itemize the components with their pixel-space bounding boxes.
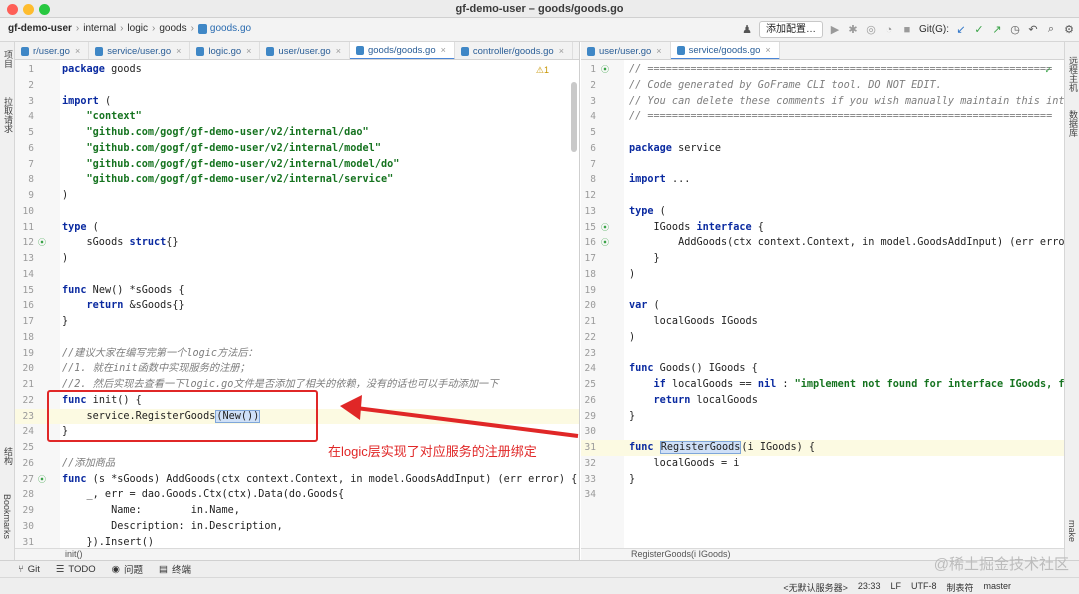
status-cursor-position[interactable]: 23:33 (858, 581, 881, 594)
bottom-tool-2[interactable]: ☰ TODO (56, 564, 96, 575)
todo-list-icon: ☰ (55, 563, 65, 575)
status-line-separator[interactable]: LF (890, 581, 901, 594)
annotation-arrow (340, 395, 579, 438)
status-bar: <无默认服务器> 23:33 LF UTF-8 制表符 master (0, 577, 1079, 594)
watermark: @稀土掘金技术社区 (933, 556, 1069, 573)
status-indent[interactable]: 制表符 (946, 581, 973, 594)
status-git-branch[interactable]: master (983, 581, 1011, 594)
bottom-tool-label: TODO (68, 563, 96, 575)
bottom-tool-label: 问题 (123, 565, 143, 576)
terminal-icon: ▤ (158, 563, 168, 575)
bottom-tool-3[interactable]: ◉ 问题 (111, 562, 143, 577)
bottom-tool-label: 终端 (171, 565, 191, 576)
git-branch-icon: ⑂ (18, 563, 24, 575)
status-interpreter[interactable]: <无默认服务器> (783, 581, 848, 594)
annotation-text: 在logic层实现了对应服务的注册绑定 (328, 444, 537, 459)
problems-icon: ◉ (111, 563, 120, 575)
bottom-tool-1[interactable]: ⑂ Git (18, 564, 40, 575)
bottom-tool-label: Git (27, 563, 40, 575)
bottom-tool-4[interactable]: ▤ 终端 (158, 562, 191, 577)
status-encoding[interactable]: UTF-8 (911, 581, 937, 594)
bottom-tool-bar: ⑂ Git ☰ TODO ◉ 问题 ▤ 终端 (0, 560, 1079, 577)
